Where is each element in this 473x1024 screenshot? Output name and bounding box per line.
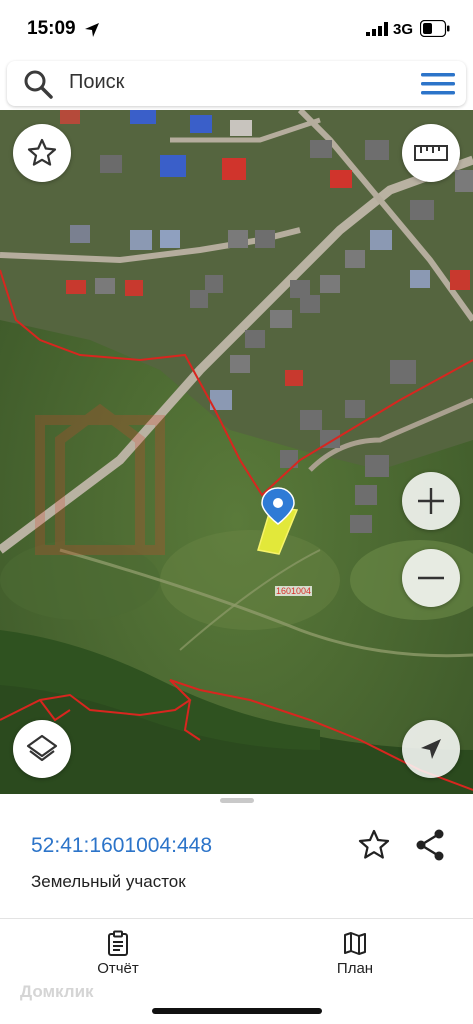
zoom-out-button[interactable]	[402, 549, 460, 607]
hamburger-menu-icon[interactable]	[421, 72, 455, 96]
zoom-in-button[interactable]	[402, 472, 460, 530]
battery-icon	[420, 20, 450, 37]
navigation-arrow-icon	[421, 739, 441, 759]
cadastral-number[interactable]: 52:41:1601004:448	[31, 834, 212, 858]
sheet-drag-handle[interactable]	[220, 798, 254, 803]
ruler-button[interactable]	[402, 124, 460, 182]
signal-icon	[366, 22, 388, 36]
satellite-map[interactable]: 1601004	[0, 110, 473, 795]
ruler-icon	[414, 145, 448, 161]
parcel-type: Земельный участок	[31, 872, 186, 891]
my-location-button[interactable]	[402, 720, 460, 778]
tab-plan-label: План	[336, 960, 374, 977]
location-arrow-icon	[85, 23, 99, 37]
search-input[interactable]	[69, 71, 389, 94]
status-time: 15:09	[27, 18, 76, 39]
clipboard-icon	[108, 930, 128, 956]
search-icon[interactable]	[23, 69, 53, 99]
plus-icon	[418, 488, 444, 514]
star-outline-icon[interactable]	[357, 828, 391, 862]
home-indicator[interactable]	[152, 1008, 322, 1014]
layers-icon	[26, 734, 58, 762]
divider	[0, 918, 473, 919]
layers-button[interactable]	[13, 720, 71, 778]
domclick-watermark: Домклик	[20, 982, 94, 1001]
share-icon[interactable]	[414, 828, 446, 862]
network-type: 3G	[393, 21, 414, 38]
star-outline-icon	[27, 138, 57, 166]
search-bar	[7, 61, 466, 106]
minus-icon	[418, 576, 444, 580]
cadastral-quarter-label: 1601004	[275, 586, 313, 596]
status-bar: 15:09 3G	[0, 0, 473, 60]
tab-report[interactable]: Отчёт	[58, 928, 178, 988]
tab-report-label: Отчёт	[97, 960, 139, 977]
favorite-star-button[interactable]	[13, 124, 71, 182]
parcel-details-sheet: 52:41:1601004:448 Земельный участок Отчё…	[0, 794, 473, 1024]
tab-plan[interactable]: План	[295, 928, 415, 988]
map-icon	[344, 932, 366, 955]
map-terrain	[0, 110, 473, 795]
